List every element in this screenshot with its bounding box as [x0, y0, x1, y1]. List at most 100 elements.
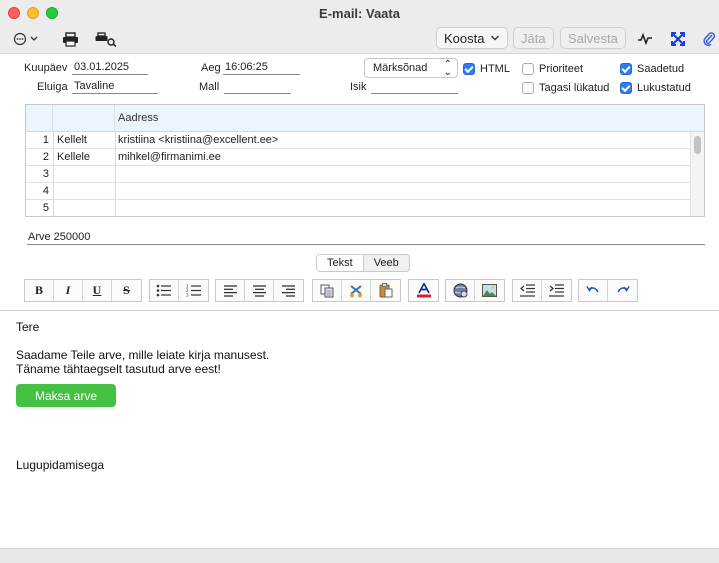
editor-divider [0, 310, 719, 311]
format-toolbar-group: B I U S [24, 279, 142, 302]
status-bar [0, 548, 719, 563]
undo-icon[interactable] [579, 280, 608, 301]
body-closing[interactable]: Lugupidamisega [16, 458, 104, 472]
time-field[interactable]: 16:06:25 [223, 61, 300, 75]
activity-icon[interactable] [635, 29, 655, 49]
html-checkbox-box[interactable] [463, 63, 475, 75]
grid-scrollbar[interactable] [690, 132, 704, 216]
row-number: 3 [42, 168, 49, 180]
tab-text[interactable]: Tekst [317, 255, 364, 271]
image-icon[interactable] [475, 280, 504, 301]
priority-checkbox-label: Prioriteet [539, 63, 584, 75]
table-row[interactable]: 5 [26, 200, 691, 216]
view-toggle: Tekst Veeb [316, 254, 410, 272]
window-title: E-mail: Vaata [319, 6, 400, 21]
globe-link-icon[interactable] [446, 280, 475, 301]
time-label: Aeg [201, 62, 221, 74]
row-number: 5 [42, 202, 49, 214]
svg-text:3: 3 [186, 293, 189, 298]
cut-icon[interactable] [342, 280, 371, 301]
copy-icon[interactable] [313, 280, 342, 301]
chevron-down-icon [491, 35, 500, 41]
lifespan-label: Eluiga [37, 81, 68, 93]
return-receipt-checkbox-label: Tagasi lükatud [539, 82, 610, 94]
tab-web[interactable]: Veeb [364, 255, 409, 271]
template-label: Mall [199, 81, 220, 93]
align-right-icon[interactable] [274, 280, 303, 301]
html-checkbox-label: HTML [480, 63, 510, 75]
save-label: Salvesta [568, 30, 618, 46]
row-address[interactable]: kristiina <kristiina@excellent.ee> [118, 132, 278, 148]
indent-toolbar-group [512, 279, 572, 302]
row-number: 2 [42, 151, 49, 163]
indent-icon[interactable] [542, 280, 571, 301]
more-icon[interactable] [12, 29, 42, 49]
locked-checkbox-box[interactable] [620, 82, 632, 94]
body-greeting[interactable]: Tere [16, 320, 39, 334]
template-field[interactable] [224, 80, 291, 94]
clipboard-toolbar-group [312, 279, 401, 302]
sent-checkbox-box[interactable] [620, 63, 632, 75]
row-type[interactable]: Kellele [57, 149, 90, 165]
html-checkbox[interactable]: HTML [463, 63, 510, 75]
align-center-icon[interactable] [245, 280, 274, 301]
row-number: 1 [42, 134, 49, 146]
print-icon[interactable] [60, 29, 80, 49]
date-field[interactable]: 03.01.2025 [72, 61, 148, 75]
subject-field[interactable]: Arve 250000 [27, 231, 705, 245]
recipients-grid-header: Aadress [26, 105, 704, 132]
recipients-grid: Aadress 1 Kellelt kristiina <kristiina@e… [25, 104, 705, 217]
italic-button[interactable]: I [54, 280, 83, 301]
pay-invoice-button[interactable]: Maksa arve [16, 384, 116, 407]
titlebar: E-mail: Vaata Koosta Jäta Salvesta [0, 0, 719, 54]
skip-button[interactable]: Jäta [513, 27, 554, 49]
body-line-1[interactable]: Saadame Teile arve, mille leiate kirja m… [16, 348, 269, 362]
bullet-list-icon[interactable] [150, 280, 179, 301]
email-window: E-mail: Vaata Koosta Jäta Salvesta Kuupä… [0, 0, 719, 563]
underline-button[interactable]: U [83, 280, 112, 301]
align-toolbar-group [215, 279, 304, 302]
keywords-select-label: Märksõnad [373, 62, 428, 74]
updown-chevron-icon: ⌃ ⌄ [443, 59, 452, 78]
table-row[interactable]: 4 [26, 183, 691, 200]
priority-checkbox-box[interactable] [522, 63, 534, 75]
grid-scroll-thumb[interactable] [694, 136, 701, 154]
compose-button[interactable]: Koosta [436, 27, 509, 49]
return-receipt-checkbox-box[interactable] [522, 82, 534, 94]
compose-label: Koosta [444, 30, 485, 46]
sent-checkbox[interactable]: Saadetud [620, 63, 684, 75]
numbered-list-icon[interactable]: 123 [179, 280, 208, 301]
text-color-icon[interactable] [409, 280, 438, 301]
table-row[interactable]: 1 Kellelt kristiina <kristiina@excellent… [26, 132, 691, 149]
insert-toolbar-group [445, 279, 505, 302]
lifespan-field[interactable]: Tavaline [72, 80, 158, 94]
header-num-col [26, 105, 53, 132]
align-left-icon[interactable] [216, 280, 245, 301]
sent-checkbox-label: Saadetud [637, 63, 685, 75]
person-label: Isik [350, 81, 367, 93]
save-button[interactable]: Salvesta [560, 27, 626, 49]
keywords-select[interactable]: Märksõnad ⌃ ⌄ [364, 58, 458, 78]
history-toolbar-group [578, 279, 638, 302]
row-number: 4 [42, 185, 49, 197]
priority-checkbox[interactable]: Prioriteet [522, 63, 583, 75]
color-toolbar-group [408, 279, 439, 302]
paste-icon[interactable] [371, 280, 400, 301]
strikethrough-button[interactable]: S [112, 280, 141, 301]
row-address[interactable]: mihkel@firmanimi.ee [118, 149, 221, 165]
person-field[interactable] [371, 80, 458, 94]
print-preview-icon[interactable] [94, 29, 118, 49]
table-row[interactable]: 3 [26, 166, 691, 183]
table-row[interactable]: 2 Kellele mihkel@firmanimi.ee [26, 149, 691, 166]
row-type[interactable]: Kellelt [57, 132, 87, 148]
attachment-icon[interactable] [701, 29, 717, 49]
list-toolbar-group: 123 [149, 279, 209, 302]
skip-label: Jäta [521, 30, 546, 46]
outdent-icon[interactable] [513, 280, 542, 301]
redo-icon[interactable] [608, 280, 637, 301]
body-line-2[interactable]: Täname tähtaegselt tasutud arve eest! [16, 362, 221, 376]
locked-checkbox[interactable]: Lukustatud [620, 82, 691, 94]
bold-button[interactable]: B [25, 280, 54, 301]
expand-icon[interactable] [669, 29, 687, 49]
return-receipt-checkbox[interactable]: Tagasi lükatud [522, 82, 609, 94]
